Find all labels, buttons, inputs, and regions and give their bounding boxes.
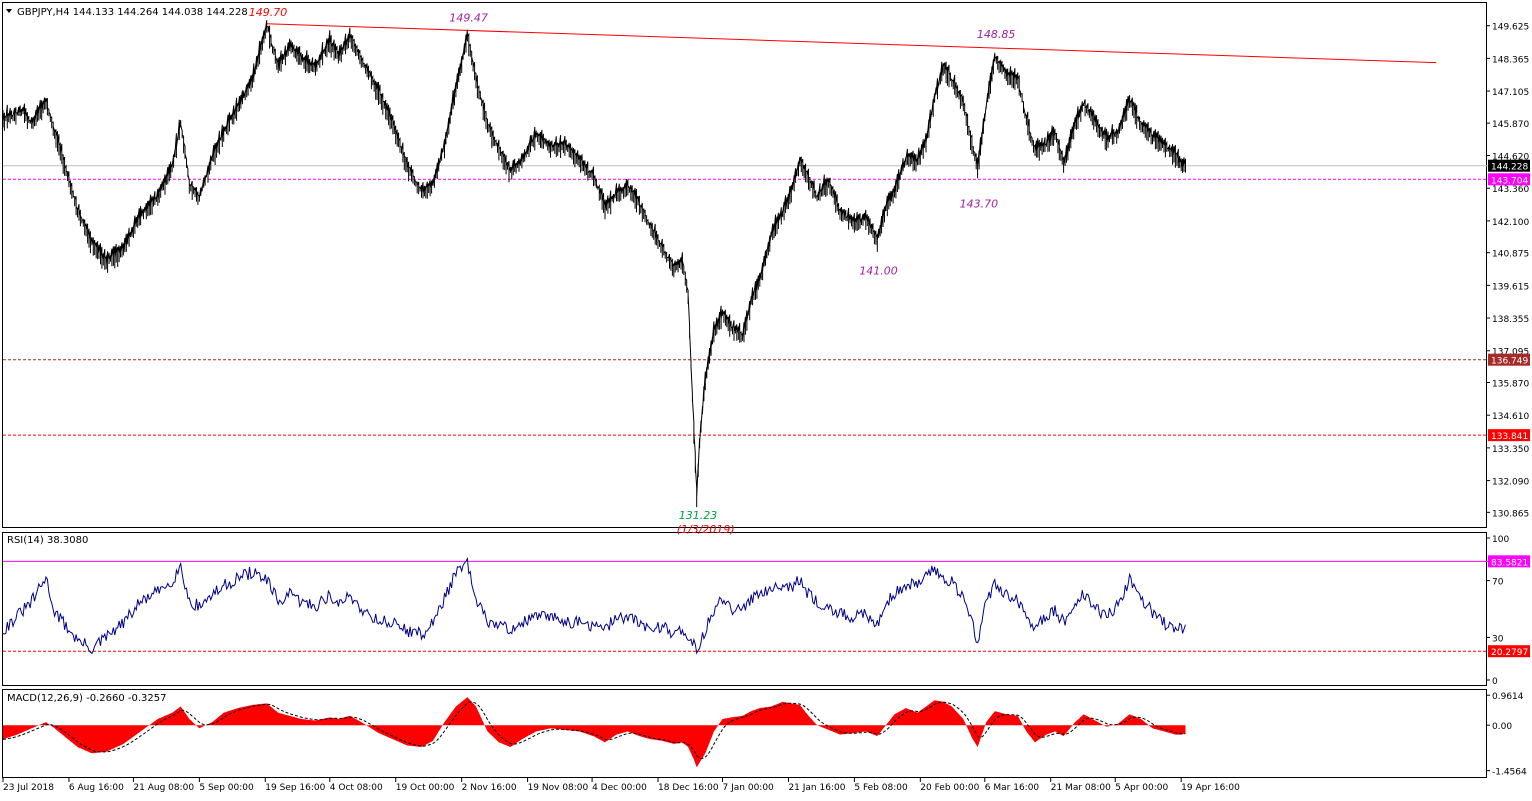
level-price-label: 136.749 [1491, 357, 1528, 367]
rsi-level-label: 20.2797 [1491, 648, 1528, 658]
time-axis-label: 21 Jan 16:00 [788, 783, 845, 793]
price-axis-label: 145.870 [1492, 120, 1529, 130]
time-axis-label: 21 Mar 08:00 [1051, 783, 1111, 793]
time-axis-label: 18 Dec 16:00 [658, 783, 719, 793]
price-annotation: 149.70 [249, 6, 288, 19]
price-axis-label: 135.870 [1492, 380, 1529, 390]
price-axis-label: 139.615 [1492, 282, 1529, 292]
time-axis-label: 2 Nov 16:00 [462, 783, 517, 793]
macd-axis-label: -1.4564 [1492, 768, 1527, 778]
rsi-axis-label: 0 [1492, 677, 1498, 687]
time-axis-label: 19 Apr 16:00 [1181, 783, 1240, 793]
price-axis-label: 147.105 [1492, 88, 1529, 98]
time-axis-label: 5 Sep 00:00 [199, 783, 254, 793]
price-axis-label: 140.875 [1492, 250, 1529, 260]
time-axis-label: 5 Apr 00:00 [1115, 783, 1168, 793]
macd-axis-label: 0.00 [1492, 722, 1512, 732]
time-axis-label: 23 Jul 2018 [3, 783, 54, 793]
price-axis-label: 133.350 [1492, 445, 1529, 455]
time-axis-label: 7 Jan 00:00 [723, 783, 775, 793]
price-annotation: 143.70 [960, 197, 999, 210]
rsi-title: RSI(14) 38.3080 [7, 535, 88, 546]
rsi-axis-label: 70 [1492, 578, 1504, 588]
price-annotation: 141.00 [859, 264, 898, 277]
time-axis-label: 20 Feb 00:00 [920, 783, 979, 793]
price-axis-label: 132.090 [1492, 478, 1529, 488]
level-price-label: 143.704 [1491, 176, 1528, 186]
symbol-info: GBPJPY,H4 144.133 144.264 144.038 144.22… [17, 7, 248, 18]
time-axis-label: 4 Oct 08:00 [330, 783, 383, 793]
price-axis-label: 138.355 [1492, 315, 1529, 325]
price-axis-label: 148.365 [1492, 55, 1529, 65]
rsi-axis-label: 100 [1492, 535, 1509, 545]
macd-title: MACD(12,26,9) -0.2660 -0.3257 [7, 693, 167, 704]
price-axis-label: 130.865 [1492, 509, 1529, 519]
price-axis-label: 149.625 [1492, 23, 1529, 33]
time-axis-label: 6 Aug 16:00 [69, 783, 124, 793]
time-axis-label: 6 Mar 16:00 [985, 783, 1040, 793]
rsi-level-label: 83.5821 [1491, 558, 1528, 568]
chart-window: 149.625 148.365 147.105 145.870 144.620 143.3… [0, 0, 1532, 797]
time-axis-label: 19 Oct 00:00 [396, 783, 455, 793]
macd-axis-label: 0.9614 [1492, 692, 1524, 702]
time-axis-label: 21 Aug 08:00 [133, 783, 194, 793]
price-annotation: 131.23 [679, 509, 718, 522]
price-axis-label: 143.360 [1492, 185, 1529, 195]
level-price-label: 133.841 [1491, 432, 1528, 442]
price-axis-label: 134.610 [1492, 412, 1529, 422]
time-axis-label: 19 Sep 16:00 [265, 783, 325, 793]
price-annotation: 149.47 [449, 12, 488, 25]
time-axis-label: 19 Nov 08:00 [528, 783, 589, 793]
time-axis-label: 4 Dec 00:00 [592, 783, 647, 793]
rsi-axis-label: 30 [1492, 634, 1504, 644]
current-price-label: 144.228 [1491, 163, 1528, 173]
price-annotation: (1/3/2019) [677, 523, 735, 536]
time-axis-label: 5 Feb 08:00 [854, 783, 908, 793]
price-axis-label: 142.100 [1492, 218, 1529, 228]
price-annotation: 148.85 [977, 28, 1016, 41]
chart-canvas: 149.625148.365147.105145.870144.620143.3… [0, 0, 1532, 797]
